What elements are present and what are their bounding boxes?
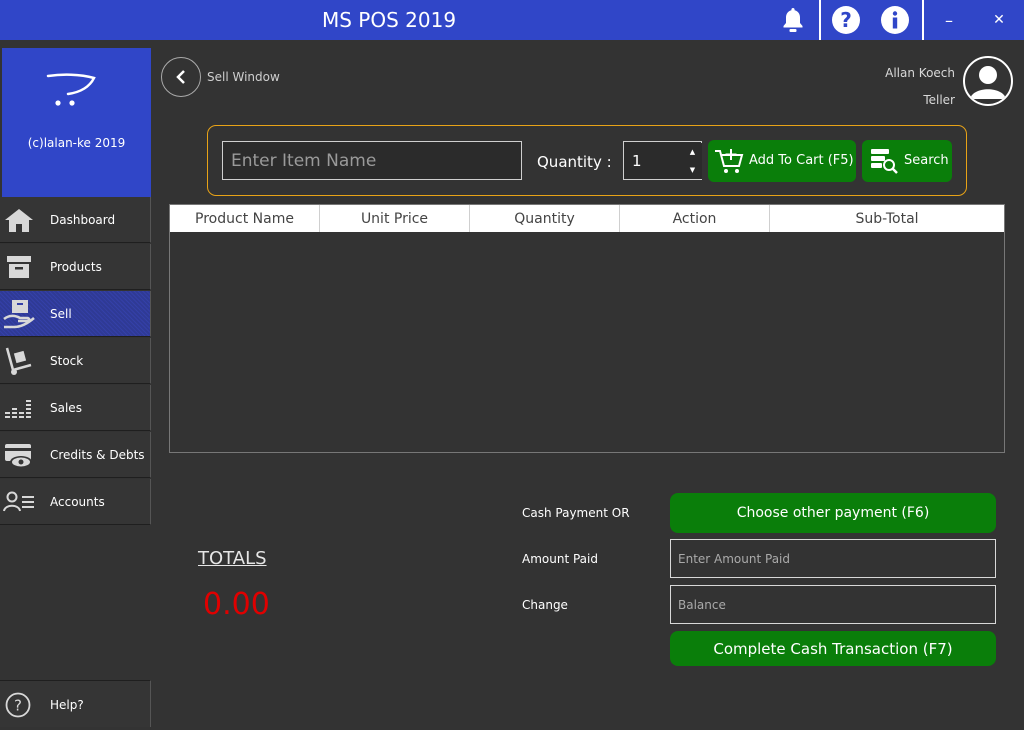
avatar[interactable] (963, 56, 1013, 106)
search-button[interactable]: Search (862, 140, 952, 182)
column-header-product-name[interactable]: Product Name (170, 205, 320, 232)
user-list-icon (3, 487, 35, 517)
user-icon (970, 66, 1006, 99)
brand-panel: (c)lalan-ke 2019 (2, 48, 151, 197)
change-label: Change (522, 598, 568, 612)
window-title: Sell Window (207, 70, 280, 84)
column-header-quantity[interactable]: Quantity (470, 205, 620, 232)
sidebar-item-label: Sales (50, 400, 82, 415)
cart-logo-icon (44, 72, 100, 112)
search-panel: Quantity : 1 ▲ ▼ Add To Cart (F5) Search (207, 125, 967, 196)
sidebar-item-sales[interactable]: Sales (0, 385, 151, 431)
title-bar: MS POS 2019 ? – ✕ (0, 0, 1024, 40)
quantity-down-icon[interactable]: ▼ (683, 161, 702, 179)
amount-paid-label: Amount Paid (522, 552, 598, 566)
complete-cash-transaction-label: Complete Cash Transaction (F7) (713, 639, 953, 658)
cart-plus-icon (714, 146, 744, 180)
sidebar-item-label: Stock (50, 353, 84, 368)
hand-truck-icon (3, 346, 35, 376)
sidebar-item-sell[interactable]: Sell (0, 291, 151, 337)
title-separator (819, 0, 821, 40)
column-header-unit-price[interactable]: Unit Price (320, 205, 470, 232)
help-icon[interactable]: ? (830, 0, 862, 40)
table-header: Product Name Unit Price Quantity Action … (170, 205, 1004, 232)
sidebar-item-stock[interactable]: Stock (0, 338, 151, 384)
totals-value: 0.00 (203, 587, 270, 622)
sidebar-item-label: Credits & Debts (50, 447, 145, 462)
choose-other-payment-button[interactable]: Choose other payment (F6) (670, 493, 996, 533)
user-role: Teller (923, 93, 955, 107)
app-title: MS POS 2019 (322, 8, 457, 32)
info-icon[interactable] (879, 0, 911, 40)
quantity-label: Quantity : (537, 153, 612, 171)
sidebar-item-help[interactable]: ? Help? (0, 680, 151, 727)
user-name: Allan Koech (885, 66, 955, 80)
back-button[interactable] (161, 57, 201, 97)
column-header-action[interactable]: Action (620, 205, 770, 232)
sidebar-item-accounts[interactable]: Accounts (0, 479, 151, 525)
add-to-cart-label: Add To Cart (F5) (749, 153, 854, 168)
quantity-value: 1 (632, 152, 642, 170)
sidebar-item-label: Dashboard (50, 212, 116, 227)
close-icon[interactable]: ✕ (985, 0, 1013, 40)
sidebar-item-label: Help? (50, 698, 84, 712)
sidebar-item-dashboard[interactable]: Dashboard (0, 197, 151, 243)
question-circle-icon: ? (5, 692, 31, 722)
chevron-left-icon (176, 70, 185, 84)
archive-box-icon (3, 252, 35, 282)
search-list-icon (870, 147, 900, 179)
amount-paid-input[interactable] (670, 539, 996, 578)
svg-text:?: ? (14, 697, 22, 715)
title-separator (922, 0, 924, 40)
column-header-sub-total[interactable]: Sub-Total (770, 205, 1004, 232)
sidebar-item-label: Sell (50, 306, 72, 321)
sidebar-item-label: Products (50, 259, 102, 274)
change-input[interactable] (670, 585, 996, 624)
bell-icon[interactable] (778, 0, 808, 40)
brand-text: (c)lalan-ke 2019 (27, 136, 126, 150)
sidebar-item-products[interactable]: Products (0, 244, 151, 290)
totals-label: TOTALS (198, 548, 267, 569)
add-to-cart-button[interactable]: Add To Cart (F5) (708, 140, 856, 182)
hand-box-icon (3, 299, 35, 329)
house-icon (3, 205, 35, 235)
sidebar-item-label: Accounts (50, 494, 105, 509)
minimize-icon[interactable]: – (935, 0, 963, 40)
svg-text:?: ? (840, 8, 852, 32)
cart-table: Product Name Unit Price Quantity Action … (169, 204, 1005, 453)
card-eye-icon (3, 440, 35, 470)
complete-cash-transaction-button[interactable]: Complete Cash Transaction (F7) (670, 631, 996, 666)
quantity-up-icon[interactable]: ▲ (683, 143, 702, 161)
sidebar-item-credits-debts[interactable]: Credits & Debts (0, 432, 151, 478)
quantity-stepper[interactable]: 1 ▲ ▼ (623, 141, 702, 180)
item-name-input[interactable] (222, 141, 522, 180)
sidebar: (c)lalan-ke 2019 Dashboard Products Sell… (0, 40, 152, 730)
bar-chart-icon (3, 393, 35, 423)
search-label: Search (904, 153, 949, 168)
choose-other-payment-label: Choose other payment (F6) (736, 505, 930, 521)
cash-payment-label: Cash Payment OR (522, 506, 630, 520)
